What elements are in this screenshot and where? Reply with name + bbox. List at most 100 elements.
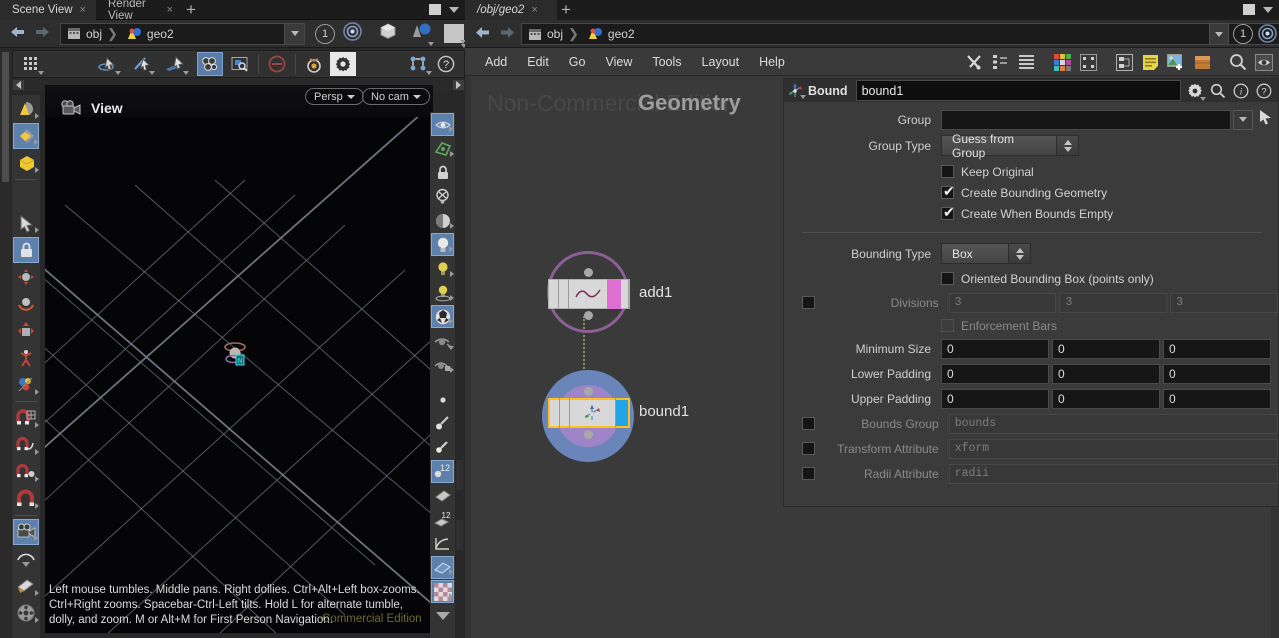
node-bound1[interactable]: bound1 <box>534 370 689 470</box>
path-node[interactable]: geo2 <box>581 27 638 41</box>
bounds-group-input[interactable]: bounds <box>948 413 1278 434</box>
arc-measure-icon[interactable] <box>13 546 39 572</box>
checker-icon[interactable] <box>431 580 454 603</box>
eye-display-icon[interactable] <box>1253 51 1275 73</box>
tab-close-icon[interactable]: × <box>531 4 537 16</box>
viewport-view-mode-button[interactable]: Persp <box>305 88 364 105</box>
scene-viewport[interactable]: N <box>45 85 433 633</box>
node-body[interactable] <box>548 279 630 309</box>
menu-add[interactable]: Add <box>475 48 517 76</box>
group-picker-button[interactable] <box>1259 109 1273 130</box>
node-input-connector[interactable] <box>584 268 593 277</box>
viewport-index-badge[interactable]: 1 <box>315 23 335 44</box>
eye-paint-icon[interactable] <box>431 353 454 376</box>
zoom-select-icon[interactable] <box>227 52 253 76</box>
grid-12-icon[interactable]: 12 <box>431 460 454 483</box>
handles-tool-icon[interactable] <box>128 52 156 76</box>
maximize-pane-icon[interactable] <box>429 4 441 15</box>
add-tab-button[interactable]: + <box>561 1 571 18</box>
divisions-enable-checkbox[interactable] <box>801 296 815 309</box>
scale-handle-icon[interactable] <box>13 318 39 344</box>
lower-padding-y-input[interactable]: 0 <box>1052 363 1160 384</box>
node-name-input[interactable]: bound1 <box>855 80 1181 101</box>
magnet-point-icon[interactable] <box>13 459 39 485</box>
render-preview-icon[interactable] <box>410 22 434 46</box>
upper-padding-y-input[interactable]: 0 <box>1052 388 1160 409</box>
pane-menu-icon[interactable] <box>449 6 459 13</box>
menu-edit[interactable]: Edit <box>517 48 559 76</box>
shading-sphere-icon[interactable] <box>431 209 454 232</box>
path-node[interactable]: geo2 <box>120 27 177 41</box>
path-dropdown-button[interactable] <box>284 23 304 44</box>
divisions-z-input[interactable]: 3 <box>1170 292 1278 313</box>
settings-gear-icon[interactable] <box>330 52 356 76</box>
viewport-camera-button[interactable]: No cam <box>362 88 430 105</box>
display-geometry-icon[interactable] <box>378 22 467 48</box>
dots-grid-icon[interactable] <box>1077 51 1099 73</box>
magnet-curve-icon[interactable] <box>13 432 39 458</box>
lower-padding-z-input[interactable]: 0 <box>1163 363 1271 384</box>
film-reel-icon[interactable] <box>13 600 39 626</box>
oriented-bbox-checkbox[interactable] <box>941 272 954 285</box>
transform-attribute-enable-checkbox[interactable] <box>801 442 815 455</box>
tab-scene-view[interactable]: Scene View × <box>0 0 96 20</box>
move-handle-icon[interactable] <box>13 264 39 290</box>
color-palette-icon[interactable] <box>1051 51 1073 73</box>
arrow-select-icon[interactable] <box>13 210 39 236</box>
magnet-icon[interactable] <box>13 486 39 512</box>
transform-attribute-input[interactable]: xform <box>948 438 1278 459</box>
pose-tool-icon[interactable] <box>13 345 39 371</box>
bounding-type-spinner[interactable] <box>1008 244 1030 263</box>
info-icon[interactable]: i <box>1231 81 1251 101</box>
more-down-icon[interactable] <box>431 604 454 627</box>
help-question-icon[interactable]: ? <box>433 52 459 76</box>
light-dim-icon[interactable] <box>431 257 454 280</box>
tree-list-icon[interactable] <box>989 51 1011 73</box>
paint-bucket-icon[interactable] <box>431 484 454 507</box>
create-bounding-geometry-checkbox[interactable]: ✔ <box>941 184 955 199</box>
help-icon[interactable]: ? <box>1254 81 1274 101</box>
list-lines-icon[interactable] <box>1015 51 1037 73</box>
network-box-icon[interactable] <box>1113 51 1135 73</box>
group-dropdown-button[interactable] <box>1233 109 1253 130</box>
box-shape-icon[interactable] <box>13 150 39 176</box>
path-dropdown-button[interactable] <box>1209 23 1229 45</box>
radii-attribute-enable-checkbox[interactable] <box>801 467 815 480</box>
template-geo-icon[interactable] <box>431 137 454 160</box>
menu-help[interactable]: Help <box>749 48 795 76</box>
right-path-field[interactable]: obj ❯ geo2 <box>522 24 1279 44</box>
hscroll-right-arrow[interactable] <box>453 80 464 90</box>
move-tool-icon[interactable] <box>162 52 190 76</box>
group-type-menu[interactable]: Guess from Group <box>941 132 1079 160</box>
search-icon[interactable] <box>1208 81 1228 101</box>
viewport-resize-grip[interactable] <box>456 460 463 490</box>
back-arrow-icon[interactable] <box>473 24 493 46</box>
node-body[interactable] <box>548 398 630 428</box>
forward-arrow-icon[interactable] <box>497 24 517 46</box>
diamond-shape-icon[interactable] <box>13 123 39 149</box>
background-color-icon[interactable] <box>444 24 466 44</box>
hscroll-left-arrow[interactable] <box>13 80 24 90</box>
grid-snap-icon[interactable] <box>19 52 45 76</box>
gear-icon[interactable] <box>1185 81 1206 101</box>
lock-icon[interactable] <box>13 237 39 263</box>
curve-icon[interactable] <box>431 532 454 555</box>
upper-padding-z-input[interactable]: 0 <box>1163 388 1271 409</box>
crate-icon[interactable] <box>1191 51 1213 73</box>
menu-go[interactable]: Go <box>559 48 596 76</box>
material-ball-icon[interactable] <box>431 305 454 328</box>
timer-icon[interactable] <box>301 52 327 76</box>
network-index-badge[interactable]: 1 <box>1233 24 1253 44</box>
minimum-size-z-input[interactable]: 0 <box>1163 338 1271 359</box>
node-flag-display[interactable] <box>616 400 628 426</box>
path-root[interactable]: obj <box>522 27 566 41</box>
pin-target-icon[interactable] <box>343 21 362 46</box>
node-flag-render[interactable] <box>607 279 621 309</box>
left-path-field[interactable]: obj ❯ geo2 <box>60 22 305 45</box>
create-when-bounds-empty-checkbox[interactable]: ✔ <box>941 205 955 220</box>
node-output-connector[interactable] <box>584 430 593 439</box>
minimum-size-y-input[interactable]: 0 <box>1052 338 1160 359</box>
rotate-handle-icon[interactable] <box>13 291 39 317</box>
magnet-grid-icon[interactable] <box>13 405 39 431</box>
search-icon[interactable] <box>1227 51 1249 73</box>
